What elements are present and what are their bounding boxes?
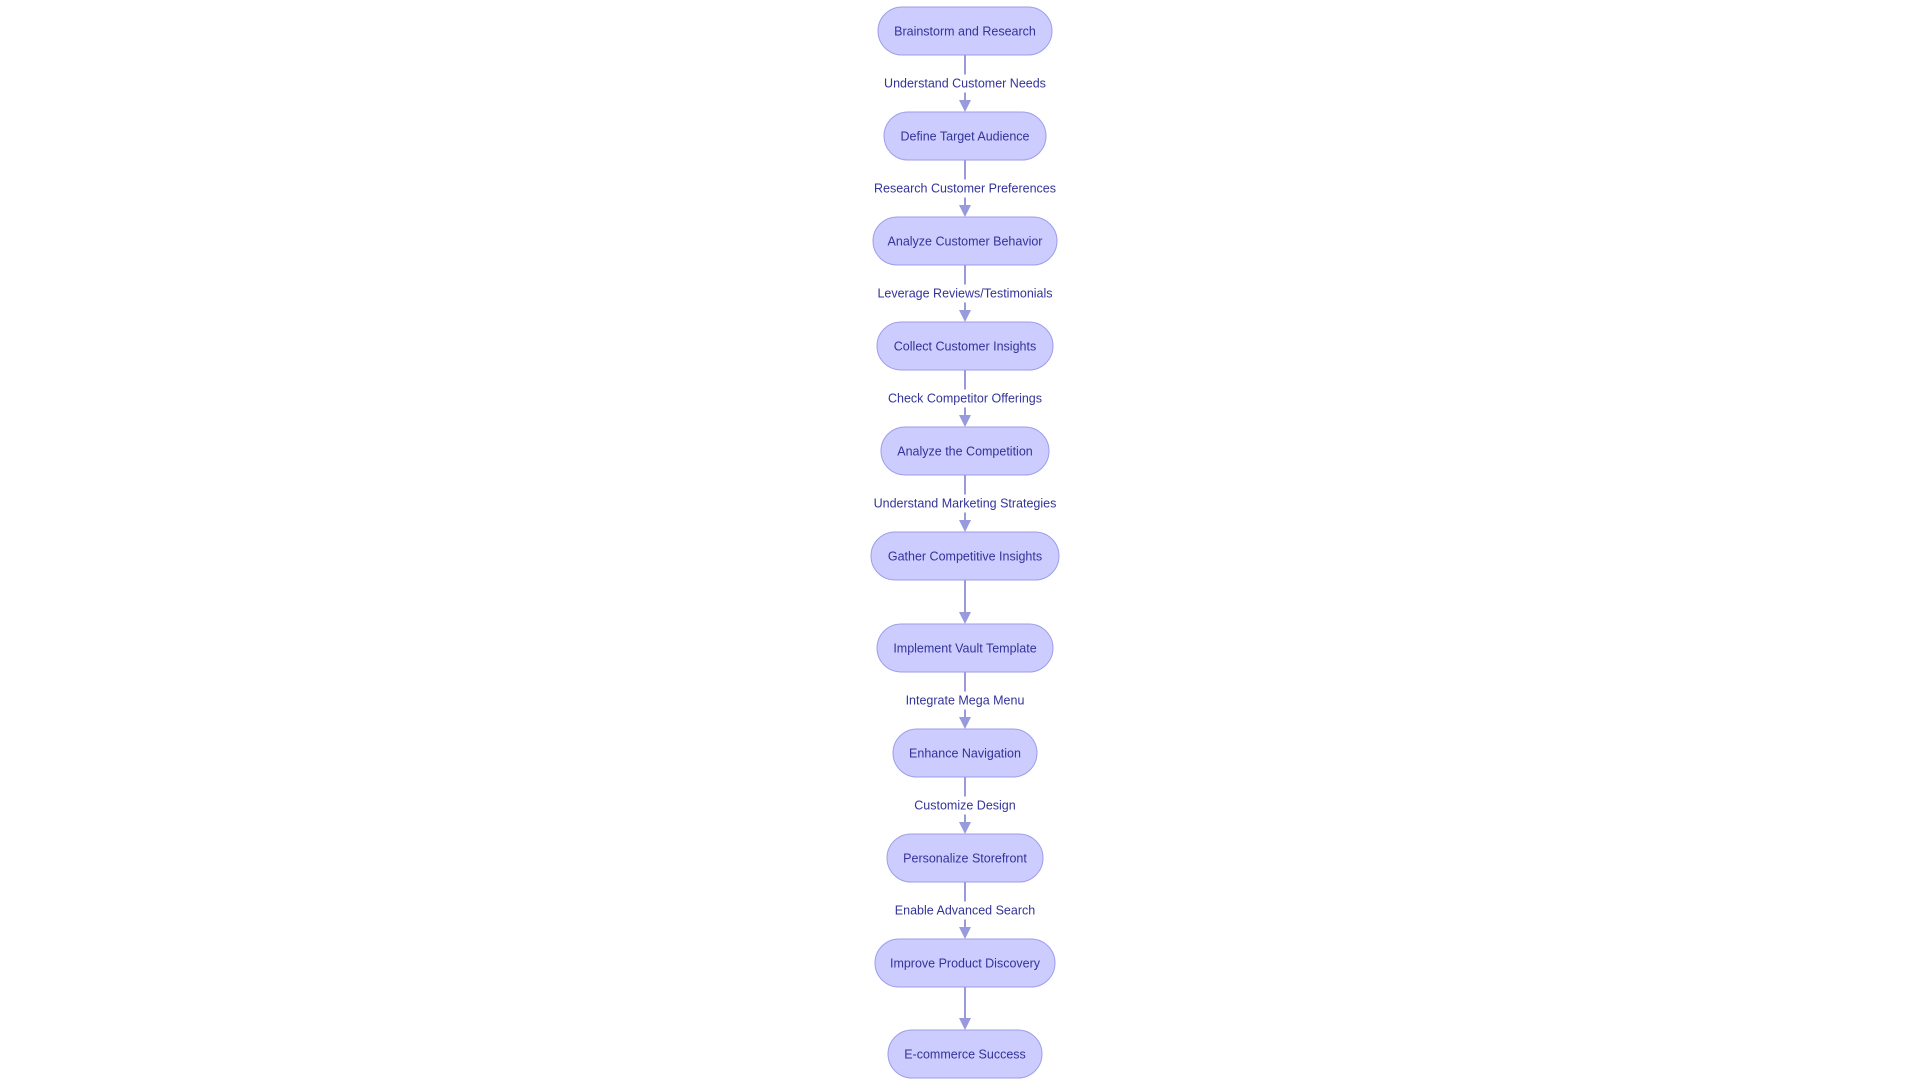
node-label: Collect Customer Insights [894, 340, 1036, 354]
flow-node[interactable]: Analyze the Competition [880, 426, 1050, 476]
edge [959, 580, 971, 624]
node-label: Implement Vault Template [893, 642, 1036, 656]
edge: Leverage Reviews/Testimonials [867, 265, 1063, 322]
edge-label: Understand Marketing Strategies [874, 497, 1057, 511]
node-label: Enhance Navigation [909, 747, 1021, 761]
arrowhead-icon [959, 100, 971, 112]
flow-node[interactable]: Personalize Storefront [886, 833, 1044, 883]
arrowhead-icon [959, 415, 971, 427]
node-label: Personalize Storefront [903, 852, 1027, 866]
edge [959, 987, 971, 1030]
edge-label: Understand Customer Needs [884, 77, 1046, 91]
edge: Integrate Mega Menu [900, 672, 1030, 729]
flow-node[interactable]: Collect Customer Insights [876, 321, 1054, 371]
flow-node[interactable]: Enhance Navigation [892, 728, 1038, 778]
flow-node[interactable]: Analyze Customer Behavior [872, 216, 1058, 266]
node-label: Brainstorm and Research [894, 25, 1036, 39]
flow-node[interactable]: Implement Vault Template [876, 623, 1054, 673]
edge: Understand Marketing Strategies [860, 475, 1070, 532]
node-label: Analyze Customer Behavior [888, 235, 1043, 249]
flow-node[interactable]: Define Target Audience [883, 111, 1047, 161]
flow-node[interactable]: Improve Product Discovery [874, 938, 1056, 988]
edge: Research Customer Preferences [867, 160, 1063, 217]
arrowhead-icon [959, 520, 971, 532]
flow-node[interactable]: Brainstorm and Research [877, 6, 1053, 56]
flow-node[interactable]: Gather Competitive Insights [870, 531, 1060, 581]
arrowhead-icon [959, 205, 971, 217]
arrowhead-icon [959, 717, 971, 729]
edge-label: Integrate Mega Menu [906, 694, 1025, 708]
edge: Customize Design [910, 777, 1020, 834]
node-label: Analyze the Competition [897, 445, 1033, 459]
arrowhead-icon [959, 612, 971, 624]
arrowhead-icon [959, 822, 971, 834]
node-label: E-commerce Success [904, 1048, 1026, 1062]
edge: Enable Advanced Search [890, 882, 1040, 939]
edge-label: Check Competitor Offerings [888, 392, 1042, 406]
edge: Understand Customer Needs [880, 55, 1050, 112]
node-label: Gather Competitive Insights [888, 550, 1042, 564]
edge: Check Competitor Offerings [877, 370, 1053, 427]
flowchart: Understand Customer Needs Research Custom… [860, 6, 1070, 1079]
edge-label: Research Customer Preferences [874, 182, 1056, 196]
edge-label: Customize Design [914, 799, 1015, 813]
edge-label: Leverage Reviews/Testimonials [877, 287, 1052, 301]
edge-label: Enable Advanced Search [895, 904, 1035, 918]
arrowhead-icon [959, 1018, 971, 1030]
node-label: Define Target Audience [900, 130, 1029, 144]
arrowhead-icon [959, 927, 971, 939]
node-label: Improve Product Discovery [890, 957, 1041, 971]
arrowhead-icon [959, 310, 971, 322]
flow-node[interactable]: E-commerce Success [887, 1029, 1043, 1079]
